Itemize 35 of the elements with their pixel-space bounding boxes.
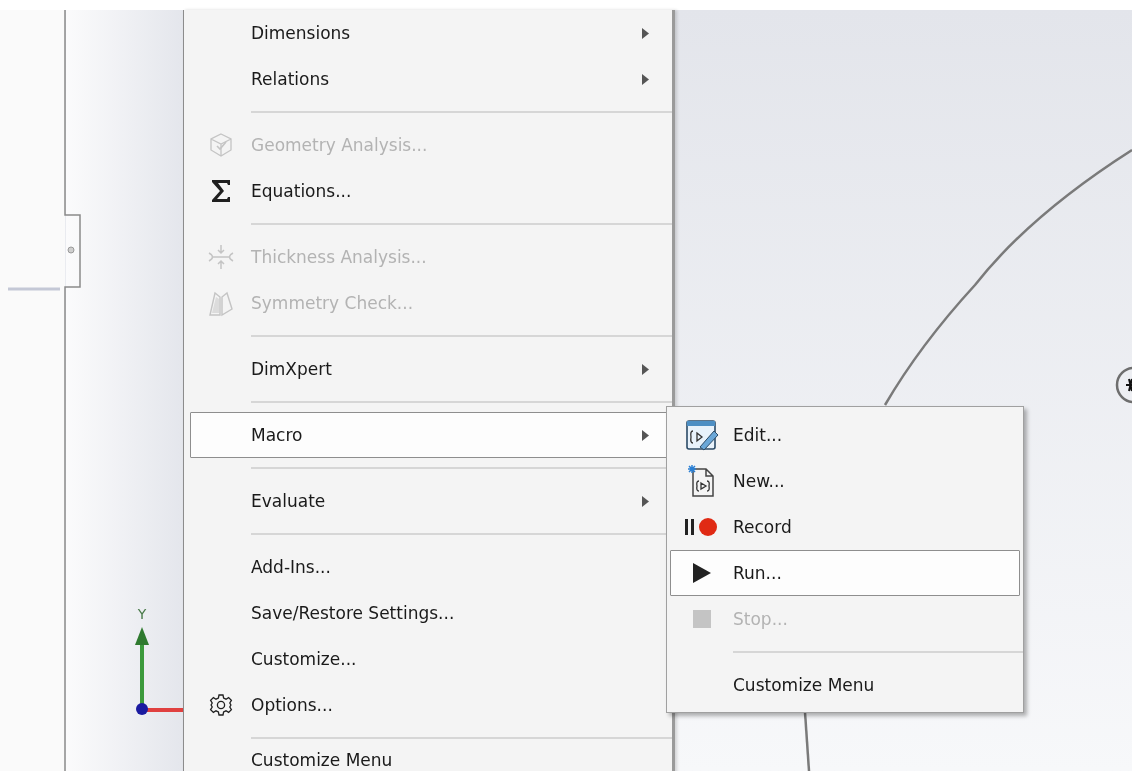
stop-icon bbox=[693, 610, 711, 628]
menu-item[interactable]: Add-Ins... bbox=[190, 544, 670, 590]
symmetry-icon bbox=[207, 289, 235, 317]
menu-item[interactable]: Edit... bbox=[670, 412, 1020, 458]
menu-item[interactable]: New... bbox=[670, 458, 1020, 504]
axis-label: Y bbox=[137, 606, 147, 622]
thickness-icon bbox=[208, 244, 234, 270]
record-icon bbox=[684, 517, 720, 537]
menu-item[interactable]: Run... bbox=[670, 550, 1020, 596]
menu-item[interactable]: Dimensions bbox=[190, 10, 670, 56]
menu-item[interactable]: Customize Menu bbox=[670, 662, 1020, 708]
menu-item[interactable]: Options... bbox=[190, 682, 670, 728]
new-macro-icon bbox=[687, 464, 717, 498]
menu-item[interactable]: Save/Restore Settings... bbox=[190, 590, 670, 636]
edit-macro-icon bbox=[685, 419, 719, 451]
submenu-arrow-icon bbox=[642, 74, 649, 85]
cube-check-icon bbox=[209, 132, 233, 158]
menu-item[interactable]: Customize Menu bbox=[190, 748, 670, 771]
menu-item[interactable]: Evaluate bbox=[190, 478, 670, 524]
sigma-icon bbox=[210, 178, 232, 204]
sketch-point bbox=[67, 246, 75, 254]
sketch-line bbox=[8, 287, 60, 291]
submenu-arrow-icon bbox=[642, 430, 649, 441]
settings-icon bbox=[209, 693, 233, 717]
play-icon bbox=[693, 563, 711, 583]
sketch-point bbox=[1115, 366, 1132, 404]
submenu-arrow-icon bbox=[642, 364, 649, 375]
menu-item[interactable]: Relations bbox=[190, 56, 670, 102]
sketch-line bbox=[803, 711, 811, 771]
menu-item[interactable]: Customize... bbox=[190, 636, 670, 682]
menu-item[interactable]: Equations... bbox=[190, 168, 670, 214]
submenu-arrow-icon bbox=[642, 28, 649, 39]
submenu-arrow-icon bbox=[642, 496, 649, 507]
menu-item[interactable]: DimXpert bbox=[190, 346, 670, 392]
menu-item[interactable]: Record bbox=[670, 504, 1020, 550]
